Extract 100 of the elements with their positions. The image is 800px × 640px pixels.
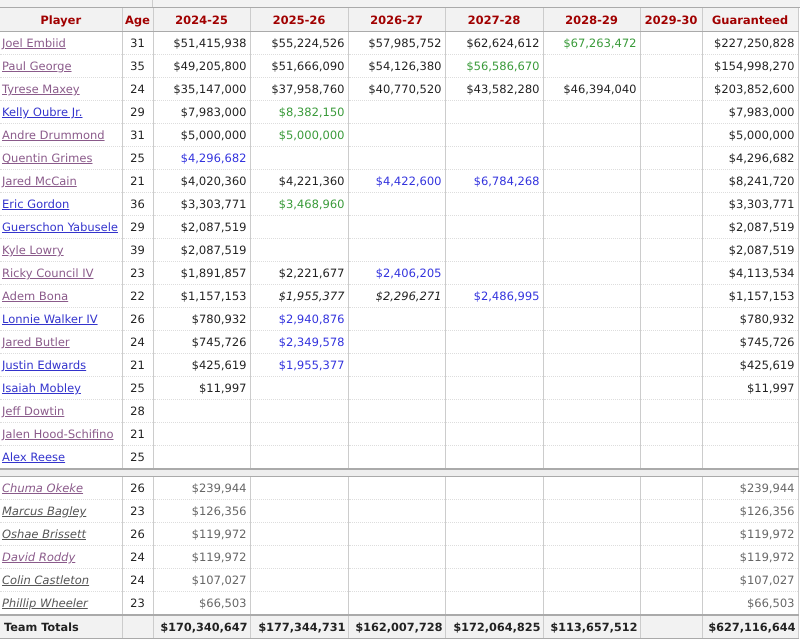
- player-link[interactable]: Joel Embiid: [2, 36, 66, 50]
- salary-cell: $6,784,268: [445, 170, 543, 192]
- salary-cell: $119,972: [153, 546, 250, 568]
- total-cell: $172,064,825: [445, 615, 543, 638]
- salary-cell: $5,000,000: [153, 124, 250, 146]
- column-header[interactable]: Player: [0, 8, 122, 32]
- age-cell: 24: [122, 568, 153, 592]
- player-link[interactable]: Phillip Wheeler: [2, 596, 88, 610]
- salary-cell: $2,296,271: [348, 284, 445, 308]
- guaranteed-cell: $126,356: [702, 500, 798, 522]
- player-link[interactable]: Paul George: [2, 59, 72, 73]
- player-link[interactable]: Jeff Dowtin: [2, 404, 64, 418]
- salary-cell: $56,586,670: [445, 54, 543, 78]
- player-link[interactable]: Kyle Lowry: [2, 243, 64, 257]
- age-cell: 31: [122, 32, 153, 54]
- column-header[interactable]: 2029-30: [640, 8, 702, 32]
- salary-cell: $4,296,682: [153, 146, 250, 170]
- player-link[interactable]: Isaiah Mobley: [2, 381, 81, 395]
- player-link[interactable]: Jalen Hood-Schifino: [2, 427, 114, 441]
- salary-cell: $43,582,280: [445, 78, 543, 100]
- salary-cell: $1,157,153: [153, 284, 250, 308]
- age-cell: 21: [122, 170, 153, 192]
- salary-cell: $2,349,578: [250, 330, 348, 354]
- salary-cell: $2,221,677: [250, 262, 348, 284]
- player-link[interactable]: Marcus Bagley: [2, 504, 86, 518]
- column-header[interactable]: 2027-28: [445, 8, 543, 32]
- age-cell: 25: [122, 146, 153, 170]
- player-link[interactable]: Jared McCain: [2, 174, 77, 188]
- salary-cell: $780,932: [153, 308, 250, 330]
- age-cell: 23: [122, 500, 153, 522]
- player-link[interactable]: Andre Drummond: [2, 128, 105, 142]
- player-link[interactable]: Eric Gordon: [2, 197, 70, 211]
- age-cell: 28: [122, 400, 153, 422]
- column-header[interactable]: 2028-29: [543, 8, 640, 32]
- guaranteed-cell: $2,087,519: [702, 238, 798, 262]
- salary-cell: $119,972: [153, 522, 250, 546]
- salary-cell: $4,422,600: [348, 170, 445, 192]
- age-cell: 36: [122, 192, 153, 216]
- total-cell: $627,116,644: [702, 615, 798, 638]
- salary-cell: $62,624,612: [445, 32, 543, 54]
- guaranteed-cell: $5,000,000: [702, 124, 798, 146]
- guaranteed-cell: $4,113,534: [702, 262, 798, 284]
- salary-cell: $5,000,000: [250, 124, 348, 146]
- player-link[interactable]: Kelly Oubre Jr.: [2, 105, 82, 119]
- age-cell: 35: [122, 54, 153, 78]
- column-header[interactable]: Age: [122, 8, 153, 32]
- player-link[interactable]: Guerschon Yabusele: [2, 220, 118, 234]
- player-link[interactable]: Chuma Okeke: [2, 481, 84, 495]
- salary-cell: $2,406,205: [348, 262, 445, 284]
- player-link[interactable]: Lonnie Walker IV: [2, 312, 98, 326]
- column-header[interactable]: 2024-25: [153, 8, 250, 32]
- age-cell: 29: [122, 216, 153, 238]
- column-header[interactable]: 2025-26: [250, 8, 348, 32]
- salary-cell: $35,147,000: [153, 78, 250, 100]
- player-link[interactable]: Oshae Brissett: [2, 527, 86, 541]
- total-cell: $170,340,647: [153, 615, 250, 638]
- age-cell: 31: [122, 124, 153, 146]
- guaranteed-cell: $745,726: [702, 330, 798, 354]
- salary-cell: $40,770,520: [348, 78, 445, 100]
- player-link[interactable]: Tyrese Maxey: [2, 82, 80, 96]
- salary-cell: $67,263,472: [543, 32, 640, 54]
- salary-cell: $1,955,377: [250, 284, 348, 308]
- salary-cell: $107,027: [153, 568, 250, 592]
- age-cell: 24: [122, 546, 153, 568]
- guaranteed-cell: $4,296,682: [702, 146, 798, 170]
- salary-cell: $2,940,876: [250, 308, 348, 330]
- column-header[interactable]: 2026-27: [348, 8, 445, 32]
- salary-cell: $2,087,519: [153, 238, 250, 262]
- salary-cell: $4,020,360: [153, 170, 250, 192]
- player-link[interactable]: Justin Edwards: [2, 358, 86, 372]
- column-header[interactable]: Guaranteed: [702, 8, 798, 32]
- player-link[interactable]: Alex Reese: [2, 450, 66, 464]
- player-link[interactable]: David Roddy: [2, 550, 76, 564]
- salary-cell: $2,087,519: [153, 216, 250, 238]
- guaranteed-cell: $1,157,153: [702, 284, 798, 308]
- guaranteed-cell: $154,998,270: [702, 54, 798, 78]
- salary-cell: $239,944: [153, 476, 250, 500]
- player-link[interactable]: Jared Butler: [2, 335, 70, 349]
- age-cell: 29: [122, 100, 153, 124]
- guaranteed-cell: $2,087,519: [702, 216, 798, 238]
- player-link[interactable]: Adem Bona: [2, 289, 68, 303]
- guaranteed-cell: $239,944: [702, 476, 798, 500]
- guaranteed-cell: $119,972: [702, 522, 798, 546]
- guaranteed-cell: $11,997: [702, 376, 798, 400]
- age-cell: 23: [122, 262, 153, 284]
- player-link[interactable]: Ricky Council IV: [2, 266, 94, 280]
- salary-cell: $51,666,090: [250, 54, 348, 78]
- totals-label: Team Totals: [0, 615, 122, 638]
- player-link[interactable]: Colin Castleton: [2, 573, 90, 587]
- total-cell: $113,657,512: [543, 615, 640, 638]
- player-link[interactable]: Quentin Grimes: [2, 151, 92, 165]
- salary-cell: $49,205,800: [153, 54, 250, 78]
- age-cell: 22: [122, 284, 153, 308]
- age-cell: 21: [122, 422, 153, 446]
- salary-cell: $2,486,995: [445, 284, 543, 308]
- salary-cell: $11,997: [153, 376, 250, 400]
- guaranteed-cell: $227,250,828: [702, 32, 798, 54]
- salary-cell: $7,983,000: [153, 100, 250, 124]
- salary-cell: $4,221,360: [250, 170, 348, 192]
- salary-cell: $745,726: [153, 330, 250, 354]
